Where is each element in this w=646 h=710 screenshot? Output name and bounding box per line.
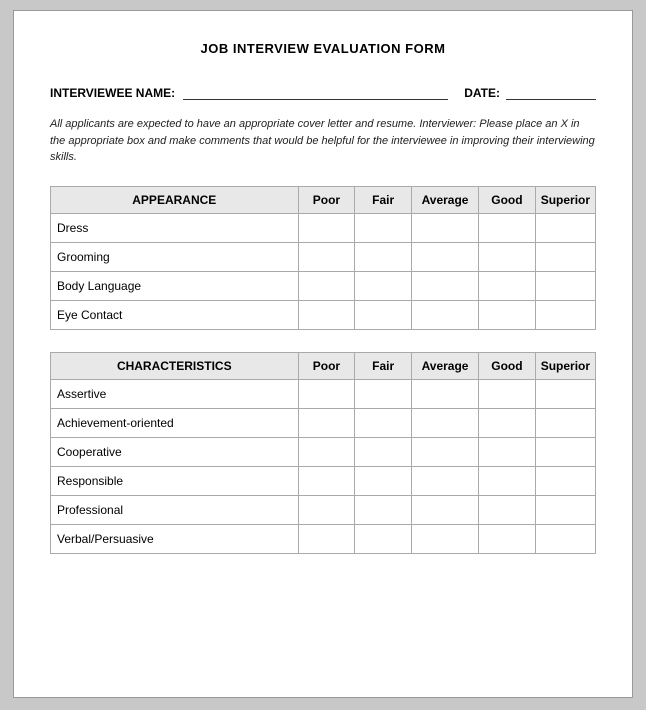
name-underline[interactable] (183, 84, 448, 100)
rating-cell[interactable] (412, 271, 479, 300)
rating-cell[interactable] (535, 466, 595, 495)
characteristics-col-superior: Superior (535, 352, 595, 379)
rating-cell[interactable] (479, 213, 536, 242)
rating-cell[interactable] (412, 300, 479, 329)
appearance-col-fair: Fair (355, 186, 412, 213)
table-row: Assertive (51, 379, 596, 408)
instructions-text: All applicants are expected to have an a… (50, 116, 596, 166)
row-label: Body Language (51, 271, 299, 300)
rating-cell[interactable] (535, 379, 595, 408)
row-label: Assertive (51, 379, 299, 408)
characteristics-table: CHARACTERISTICS Poor Fair Average Good S… (50, 352, 596, 554)
appearance-col-average: Average (412, 186, 479, 213)
appearance-table: APPEARANCE Poor Fair Average Good Superi… (50, 186, 596, 330)
rating-cell[interactable] (355, 466, 412, 495)
rating-cell[interactable] (479, 524, 536, 553)
table-row: Verbal/Persuasive (51, 524, 596, 553)
rating-cell[interactable] (535, 300, 595, 329)
row-label: Cooperative (51, 437, 299, 466)
rating-cell[interactable] (355, 242, 412, 271)
rating-cell[interactable] (298, 524, 355, 553)
rating-cell[interactable] (535, 408, 595, 437)
rating-cell[interactable] (412, 466, 479, 495)
rating-cell[interactable] (412, 437, 479, 466)
interviewee-label: INTERVIEWEE NAME: (50, 86, 175, 100)
rating-cell[interactable] (479, 300, 536, 329)
rating-cell[interactable] (298, 242, 355, 271)
row-label: Responsible (51, 466, 299, 495)
row-label: Dress (51, 213, 299, 242)
rating-cell[interactable] (355, 495, 412, 524)
date-underline[interactable] (506, 84, 596, 100)
rating-cell[interactable] (535, 437, 595, 466)
rating-cell[interactable] (355, 437, 412, 466)
rating-cell[interactable] (479, 495, 536, 524)
row-label: Eye Contact (51, 300, 299, 329)
date-label: DATE: (464, 86, 500, 100)
table-row: Body Language (51, 271, 596, 300)
rating-cell[interactable] (479, 437, 536, 466)
appearance-col-poor: Poor (298, 186, 355, 213)
appearance-col-good: Good (479, 186, 536, 213)
rating-cell[interactable] (412, 213, 479, 242)
rating-cell[interactable] (535, 213, 595, 242)
row-label: Verbal/Persuasive (51, 524, 299, 553)
characteristics-col-average: Average (412, 352, 479, 379)
rating-cell[interactable] (535, 242, 595, 271)
rating-cell[interactable] (412, 408, 479, 437)
rating-cell[interactable] (412, 524, 479, 553)
rating-cell[interactable] (298, 466, 355, 495)
rating-cell[interactable] (535, 495, 595, 524)
characteristics-header: CHARACTERISTICS (51, 352, 299, 379)
table-row: Professional (51, 495, 596, 524)
table-row: Responsible (51, 466, 596, 495)
characteristics-col-good: Good (479, 352, 536, 379)
rating-cell[interactable] (479, 379, 536, 408)
rating-cell[interactable] (355, 379, 412, 408)
rating-cell[interactable] (298, 271, 355, 300)
characteristics-col-poor: Poor (298, 352, 355, 379)
row-label: Grooming (51, 242, 299, 271)
rating-cell[interactable] (298, 213, 355, 242)
table-row: Cooperative (51, 437, 596, 466)
row-label: Achievement-oriented (51, 408, 299, 437)
rating-cell[interactable] (298, 495, 355, 524)
rating-cell[interactable] (298, 437, 355, 466)
rating-cell[interactable] (479, 242, 536, 271)
rating-cell[interactable] (298, 408, 355, 437)
rating-cell[interactable] (355, 300, 412, 329)
appearance-header: APPEARANCE (51, 186, 299, 213)
table-row: Achievement-oriented (51, 408, 596, 437)
table-row: Grooming (51, 242, 596, 271)
form-page: JOB INTERVIEW EVALUATION FORM INTERVIEWE… (13, 10, 633, 698)
rating-cell[interactable] (479, 408, 536, 437)
rating-cell[interactable] (355, 271, 412, 300)
appearance-col-superior: Superior (535, 186, 595, 213)
rating-cell[interactable] (535, 271, 595, 300)
table-row: Dress (51, 213, 596, 242)
rating-cell[interactable] (355, 213, 412, 242)
rating-cell[interactable] (298, 300, 355, 329)
form-title: JOB INTERVIEW EVALUATION FORM (50, 41, 596, 56)
rating-cell[interactable] (355, 524, 412, 553)
rating-cell[interactable] (298, 379, 355, 408)
rating-cell[interactable] (412, 242, 479, 271)
rating-cell[interactable] (479, 466, 536, 495)
characteristics-col-fair: Fair (355, 352, 412, 379)
rating-cell[interactable] (355, 408, 412, 437)
row-label: Professional (51, 495, 299, 524)
table-row: Eye Contact (51, 300, 596, 329)
rating-cell[interactable] (412, 495, 479, 524)
rating-cell[interactable] (535, 524, 595, 553)
rating-cell[interactable] (479, 271, 536, 300)
rating-cell[interactable] (412, 379, 479, 408)
header-row: INTERVIEWEE NAME: DATE: (50, 84, 596, 100)
